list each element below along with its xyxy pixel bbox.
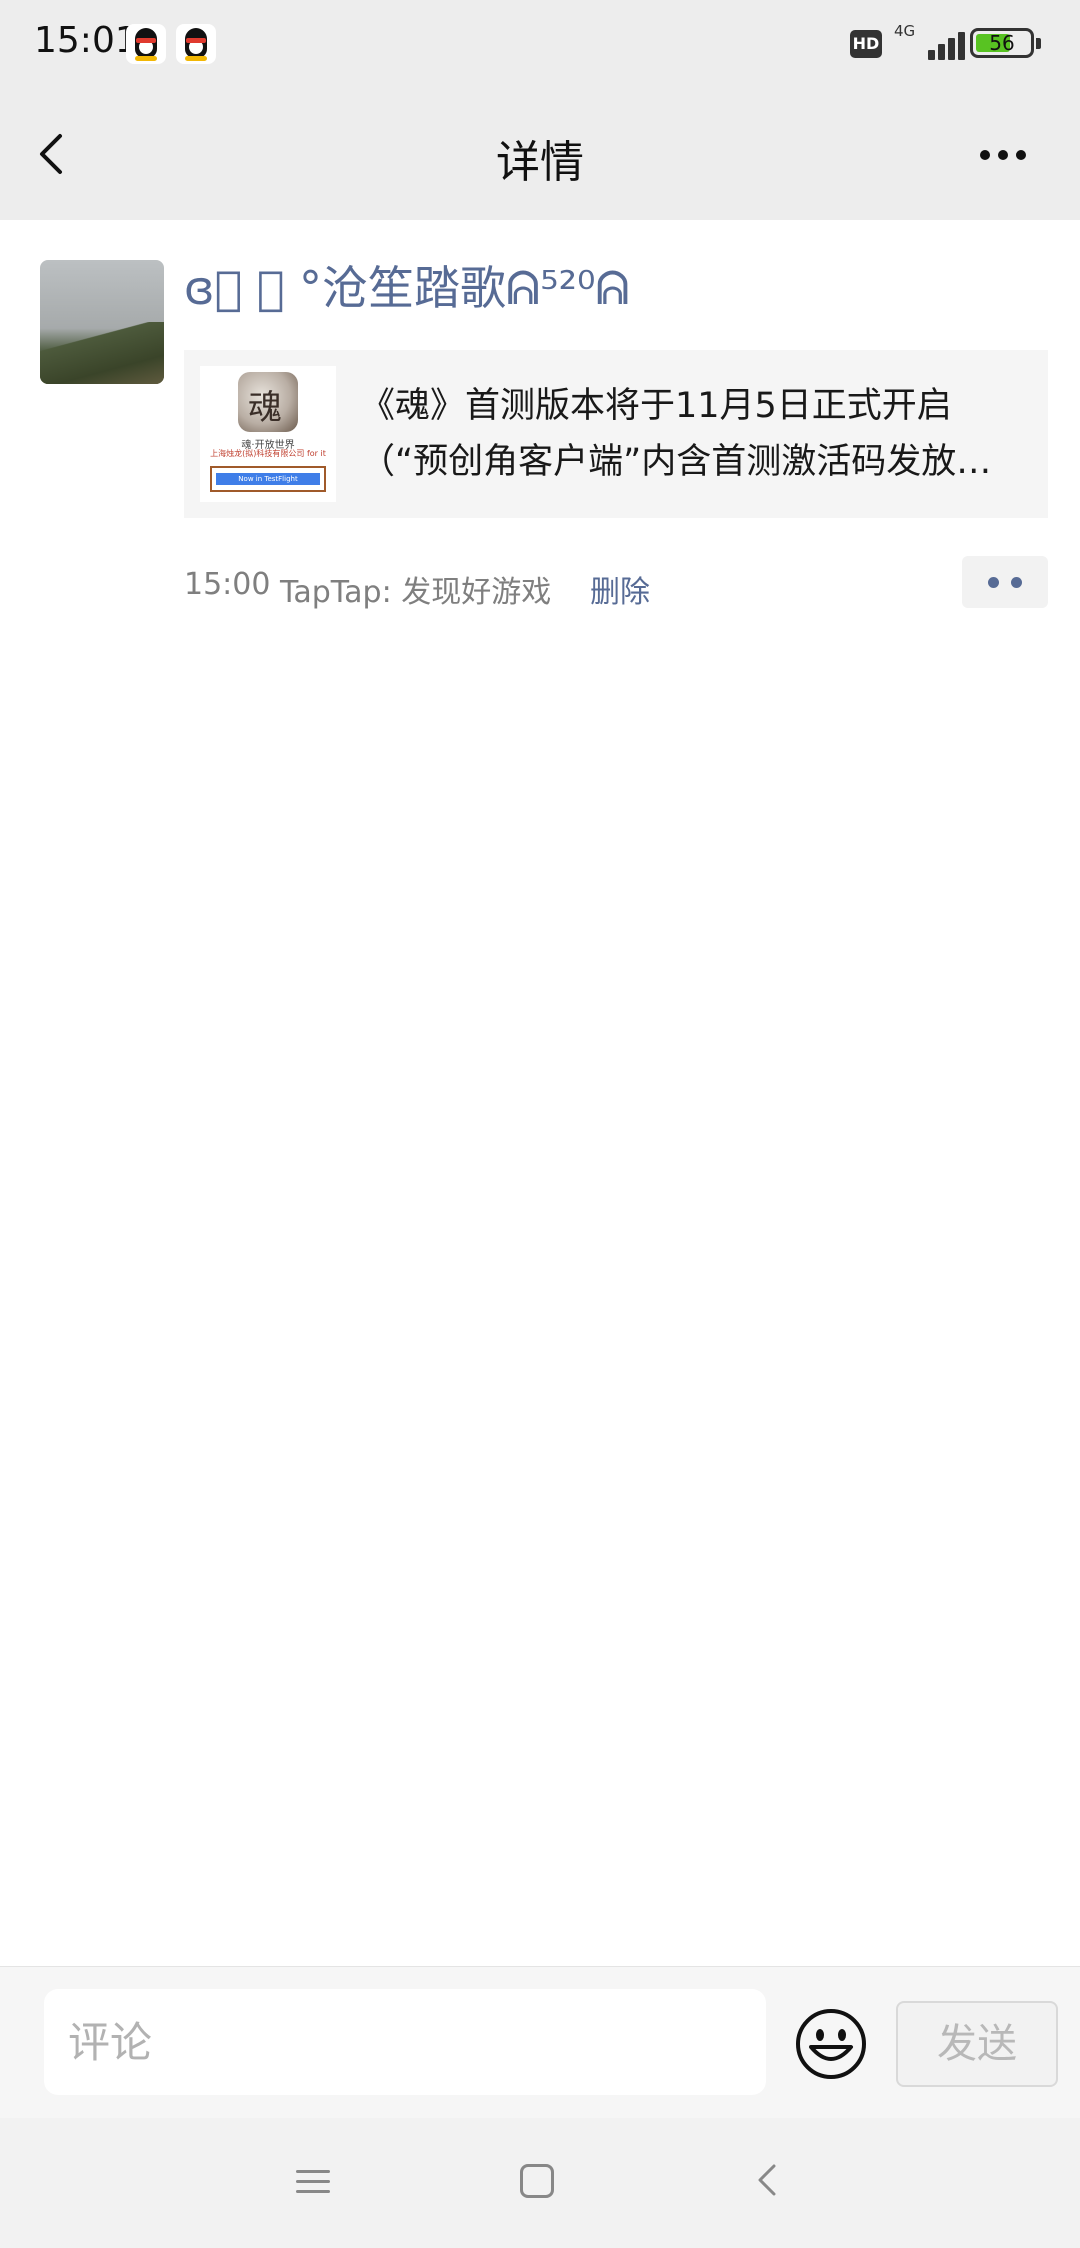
battery-icon: 56 xyxy=(970,28,1041,58)
delete-link[interactable]: 删除 xyxy=(590,567,650,611)
menu-icon[interactable] xyxy=(296,2164,330,2198)
hd-icon: HD xyxy=(850,30,882,58)
app-icon: 魂 xyxy=(238,372,298,432)
thumb-button: Now in TestFlight xyxy=(210,466,326,492)
top-nav-bar: 详情 xyxy=(0,88,1080,220)
system-nav-bar xyxy=(0,2118,1080,2248)
network-type: 4G xyxy=(894,22,916,40)
qq-icon xyxy=(176,24,216,64)
post-time: 15:00 xyxy=(184,567,271,602)
post-source[interactable]: TapTap: 发现好游戏 xyxy=(280,567,551,611)
status-time: 15:01 xyxy=(34,20,138,61)
battery-level: 56 xyxy=(989,31,1015,55)
thumb-subcaption: 上海烛龙(拟)科技有限公司 for it xyxy=(210,449,326,458)
comment-bar: 发送 xyxy=(0,1966,1080,2119)
link-title-line: （“预创角客户端”内含首测激活码发放… xyxy=(360,442,992,482)
comment-like-button[interactable] xyxy=(962,556,1048,608)
link-title-line: 《魂》首测版本将于11月5日正式开启 xyxy=(360,386,952,426)
more-button[interactable] xyxy=(966,132,1040,176)
page-title: 详情 xyxy=(496,137,584,188)
link-thumbnail: 魂 魂·开放世界 上海烛龙(拟)科技有限公司 for it Now in Tes… xyxy=(200,366,336,502)
home-icon[interactable] xyxy=(520,2164,554,2198)
status-bar: 15:01 HD 4G 56 xyxy=(0,0,1080,88)
post-author-name[interactable]: ɞ᪲ ᪲ °沧笙踏歌ᕱ⁵²⁰ᕱ xyxy=(184,252,630,318)
smiley-icon xyxy=(796,2009,866,2079)
send-button[interactable]: 发送 xyxy=(896,2001,1058,2087)
emoji-button[interactable] xyxy=(794,2007,868,2081)
link-card[interactable]: 魂 魂·开放世界 上海烛龙(拟)科技有限公司 for it Now in Tes… xyxy=(184,350,1048,518)
comment-input[interactable] xyxy=(44,1989,766,2095)
back-icon[interactable] xyxy=(748,2160,788,2200)
link-title: 《魂》首测版本将于11月5日正式开启 （“预创角客户端”内含首测激活码发放… xyxy=(360,378,1032,490)
avatar[interactable] xyxy=(40,260,164,384)
qq-icon xyxy=(126,24,166,64)
